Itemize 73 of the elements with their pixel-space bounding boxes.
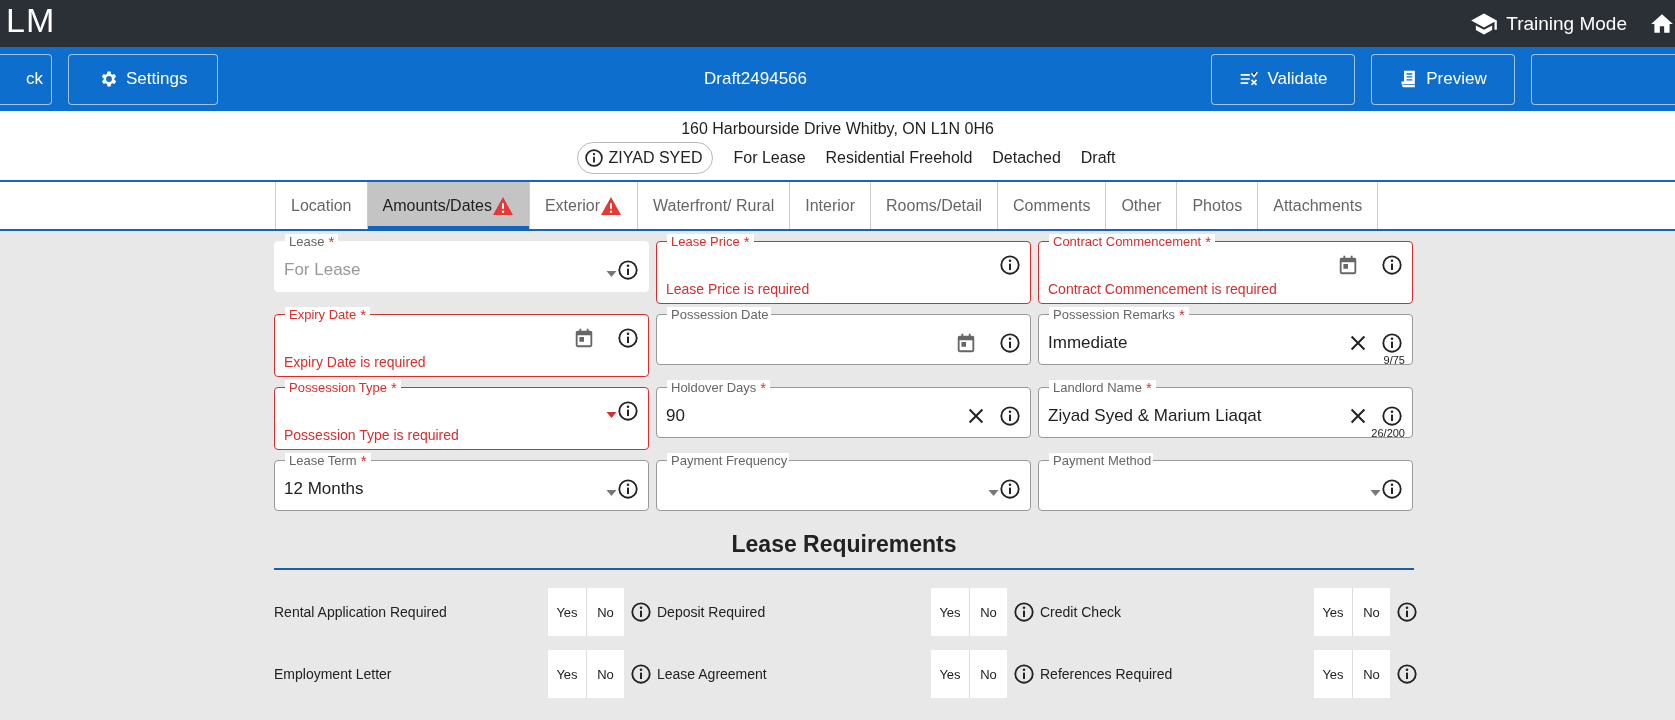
field-label: Lease Price: [667, 234, 742, 249]
info-icon[interactable]: [630, 601, 652, 623]
listing-tag: For Lease: [733, 149, 806, 167]
info-icon[interactable]: [617, 400, 639, 422]
listing-tag: Draft: [1080, 149, 1116, 167]
field-label: Lease: [285, 234, 327, 249]
info-icon[interactable]: [999, 477, 1021, 500]
character-counter: 9/75: [1383, 353, 1405, 366]
agent-chip[interactable]: ZIYAD SYED: [576, 142, 714, 174]
property-address: 160 Harbourside Drive Whitby, ON L1N 0H6: [681, 120, 994, 138]
requirement-label: Lease Agreement: [657, 666, 768, 682]
field-label: Expiry Date: [285, 307, 359, 322]
section-title: Lease Requirements: [274, 531, 1414, 570]
caret-down-icon[interactable]: [606, 489, 617, 496]
error-message: Contract Commencement is required: [1048, 281, 1278, 297]
caret-down-icon[interactable]: [1370, 489, 1381, 496]
info-icon[interactable]: [999, 331, 1021, 354]
calendar-icon[interactable]: [955, 331, 977, 354]
toolbar-button[interactable]: Preview: [1371, 53, 1515, 105]
info-icon[interactable]: [630, 663, 652, 685]
calendar-icon[interactable]: [1337, 254, 1359, 276]
listing-tag: Residential Freehold: [825, 149, 973, 167]
field-value: For Lease: [284, 259, 361, 280]
requirement-label: Rental Application Required: [274, 604, 448, 620]
info-icon[interactable]: [1013, 663, 1035, 685]
requirement-label: Employment Letter: [274, 666, 393, 682]
field-label: Possession Type: [285, 380, 390, 395]
field-value: 12 Months: [284, 478, 364, 499]
toolbar-button[interactable]: Validate: [1211, 53, 1355, 105]
character-counter: 26/200: [1371, 426, 1405, 439]
field-label: Possession Remarks: [1049, 307, 1178, 322]
draft-title: Draft2494566: [704, 69, 807, 89]
field-label: Contract Commencement: [1049, 234, 1204, 249]
tab[interactable]: Amounts/Dates: [367, 182, 530, 229]
info-icon: [583, 148, 604, 168]
warning-icon: [491, 195, 514, 216]
toolbar-button[interactable]: [1531, 53, 1675, 105]
warning-icon: [600, 195, 622, 216]
requirement-label: References Required: [1040, 666, 1174, 682]
error-message: Lease Price is required: [666, 281, 811, 297]
gear-icon: [99, 69, 119, 89]
field-label: Holdover Days: [667, 380, 759, 395]
field-label: Lease Term: [285, 453, 359, 468]
logo-text: LM: [5, 1, 56, 39]
info-icon[interactable]: [617, 477, 639, 500]
calendar-icon[interactable]: [573, 327, 595, 349]
requirement-label: Deposit Required: [657, 604, 767, 620]
error-message: Expiry Date is required: [284, 354, 427, 370]
info-icon[interactable]: [1381, 254, 1403, 276]
info-icon[interactable]: [1381, 404, 1403, 427]
requirement-label: Credit Check: [1040, 604, 1122, 620]
training-mode-label: Training Mode: [1506, 12, 1627, 35]
info-icon[interactable]: [1396, 663, 1418, 685]
toolbar-button[interactable]: ck: [0, 53, 52, 105]
listing-tag: Detached: [992, 149, 1061, 167]
field-value: 90: [666, 405, 685, 426]
field-value: Ziyad Syed & Marium Liaqat: [1048, 405, 1262, 426]
field-value: Immediate: [1048, 332, 1128, 353]
field-label: Landlord Name: [1049, 380, 1144, 395]
info-icon[interactable]: [999, 254, 1021, 276]
field-label: Possession Date: [667, 307, 771, 322]
toolbar-button[interactable]: Settings: [68, 53, 219, 105]
field-label: Payment Method: [1049, 453, 1154, 468]
info-icon[interactable]: [1381, 331, 1403, 354]
info-icon[interactable]: [1396, 601, 1418, 623]
caret-down-icon[interactable]: [606, 412, 617, 418]
info-icon[interactable]: [617, 327, 639, 349]
error-message: Possession Type is required: [284, 427, 460, 443]
field-label: Payment Frequency: [667, 453, 790, 468]
info-icon[interactable]: [1381, 477, 1403, 500]
info-icon[interactable]: [1013, 601, 1035, 623]
info-icon[interactable]: [999, 404, 1021, 427]
caret-down-icon[interactable]: [988, 489, 999, 496]
